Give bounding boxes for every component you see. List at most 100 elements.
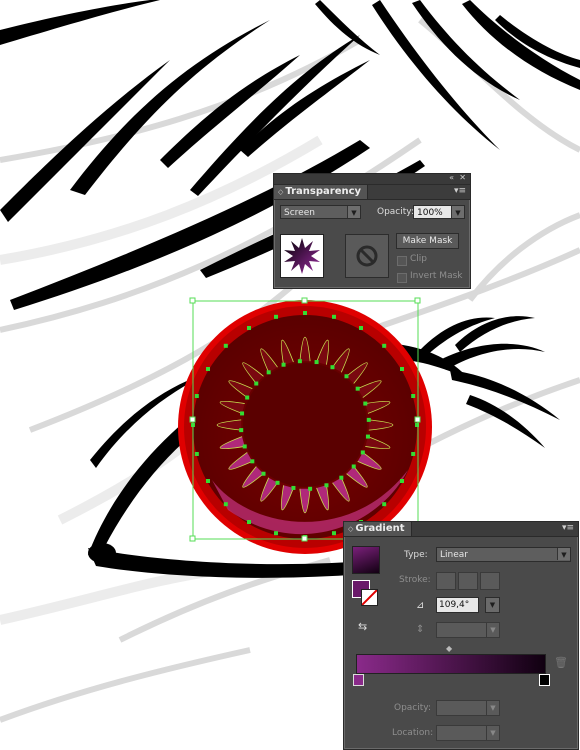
anchor-point[interactable] (314, 360, 319, 365)
anchor-point[interactable] (303, 311, 307, 315)
anchor-point[interactable] (240, 411, 245, 416)
panel-tab-row: ◇ Transparency ▾≡ (274, 185, 470, 200)
anchor-point[interactable] (274, 531, 279, 536)
stop-location-field[interactable]: ▼ (436, 725, 500, 741)
gradient-type-value: Linear (440, 550, 468, 560)
midpoint-diamond-icon[interactable]: ◆ (446, 644, 452, 653)
stroke-along-button[interactable] (458, 572, 478, 590)
angle-field[interactable]: 109,4° (436, 597, 479, 613)
pupil-star (243, 363, 367, 487)
anchor-point[interactable] (339, 475, 344, 480)
anchor-point[interactable] (275, 480, 280, 485)
opacity-value: 100% (417, 208, 443, 218)
aspect-ratio-field[interactable]: ▼ (436, 622, 500, 638)
opacity-field[interactable]: 100% ▼ (413, 205, 465, 219)
panel-menu-icon[interactable]: ▾≡ (562, 523, 574, 533)
stroke-across-button[interactable] (480, 572, 500, 590)
anchor-point[interactable] (382, 343, 387, 348)
anchor-point[interactable] (274, 314, 279, 319)
tab-gradient[interactable]: ◇ Gradient (344, 522, 412, 536)
stop-opacity-field[interactable]: ▼ (436, 700, 500, 716)
panel-expand-icon[interactable]: ◇ (348, 525, 353, 533)
stop-location-label: Location: (392, 728, 434, 738)
anchor-point[interactable] (247, 326, 251, 331)
gradient-stop-start[interactable] (353, 674, 364, 686)
collapse-icon[interactable]: « (449, 173, 454, 182)
anchor-point[interactable] (355, 386, 360, 391)
make-mask-button[interactable]: Make Mask (396, 233, 459, 249)
anchor-point[interactable] (365, 434, 370, 439)
tab-transparency[interactable]: ◇ Transparency (274, 185, 369, 199)
anchor-point[interactable] (281, 362, 286, 367)
panel-titlebar[interactable]: « ✕ (274, 173, 470, 185)
reverse-gradient-icon[interactable]: ⇆ (358, 620, 367, 633)
anchor-point[interactable] (223, 502, 228, 507)
anchor-point[interactable] (399, 367, 404, 371)
angle-dropdown[interactable]: ▼ (485, 597, 500, 613)
anchor-point[interactable] (351, 464, 356, 469)
anchor-point[interactable] (194, 394, 199, 399)
anchor-point[interactable] (360, 450, 365, 455)
anchor-point[interactable] (194, 451, 199, 456)
anchor-point[interactable] (324, 483, 329, 488)
panel-tab-row: ◇ Gradient ▾≡ (344, 522, 578, 537)
anchor-point[interactable] (411, 451, 416, 456)
anchor-point[interactable] (223, 343, 228, 348)
anchor-point[interactable] (206, 367, 211, 371)
anchor-point[interactable] (359, 326, 363, 331)
gradient-panel: ◇ Gradient ▾≡ Type: Linear ▼ Stroke: ⊿ 10… (343, 521, 579, 750)
transparency-title: Transparency (285, 186, 362, 197)
anchor-point[interactable] (331, 531, 336, 536)
anchor-point[interactable] (330, 365, 335, 370)
gradient-stop-end[interactable] (539, 674, 550, 686)
stroke-label: Stroke: (399, 575, 431, 585)
fill-stroke-swatch[interactable] (352, 580, 378, 606)
stop-opacity-label: Opacity: (394, 703, 431, 713)
gradient-ramp[interactable] (356, 654, 546, 674)
chevron-down-icon[interactable]: ▼ (486, 726, 499, 740)
close-icon[interactable]: ✕ (459, 173, 466, 182)
anchor-point[interactable] (308, 486, 313, 491)
anchor-point[interactable] (382, 502, 387, 507)
aspect-ratio-icon: ⇕ (416, 624, 425, 635)
transparency-panel: « ✕ ◇ Transparency ▾≡ Screen ▼ Opacity: 1… (273, 173, 471, 289)
anchor-point[interactable] (363, 401, 368, 406)
anchor-point[interactable] (250, 459, 255, 464)
anchor-point[interactable] (297, 359, 302, 364)
mask-thumbnail[interactable] (345, 234, 389, 278)
chevron-down-icon[interactable]: ▼ (347, 206, 360, 218)
panel-menu-icon[interactable]: ▾≡ (454, 186, 466, 196)
blend-mode-select[interactable]: Screen ▼ (280, 205, 361, 219)
invert-mask-label: Invert Mask (410, 271, 463, 281)
stroke-none-swatch[interactable] (361, 589, 378, 606)
chevron-down-icon[interactable]: ▼ (486, 623, 499, 637)
anchor-point[interactable] (242, 444, 247, 449)
chevron-down-icon[interactable]: ▼ (557, 548, 570, 560)
anchor-point[interactable] (247, 519, 251, 524)
clip-checkbox[interactable] (397, 256, 407, 266)
gradient-type-select[interactable]: Linear ▼ (436, 547, 571, 562)
anchor-point[interactable] (399, 479, 404, 483)
delete-stop-icon[interactable]: 🗑 (554, 656, 568, 669)
stroke-within-button[interactable] (436, 572, 456, 590)
panel-expand-icon[interactable]: ◇ (278, 188, 283, 196)
anchor-point[interactable] (411, 394, 416, 399)
clip-label: Clip (410, 254, 427, 264)
chevron-down-icon[interactable]: ▼ (451, 206, 464, 218)
anchor-point[interactable] (266, 370, 271, 375)
anchor-point[interactable] (245, 395, 250, 400)
gradient-preview-swatch[interactable] (352, 546, 380, 574)
anchor-point[interactable] (239, 428, 244, 433)
anchor-point[interactable] (206, 479, 211, 483)
anchor-point[interactable] (344, 374, 349, 379)
anchor-point[interactable] (331, 314, 336, 319)
anchor-point[interactable] (291, 485, 296, 490)
artwork-thumbnail[interactable] (280, 234, 324, 278)
star-thumbnail-icon (284, 238, 320, 274)
invert-mask-checkbox[interactable] (397, 273, 407, 283)
anchor-point[interactable] (366, 417, 371, 422)
anchor-point[interactable] (254, 381, 259, 386)
anchor-point[interactable] (261, 471, 266, 476)
no-mask-icon (356, 245, 378, 267)
chevron-down-icon[interactable]: ▼ (486, 701, 499, 715)
